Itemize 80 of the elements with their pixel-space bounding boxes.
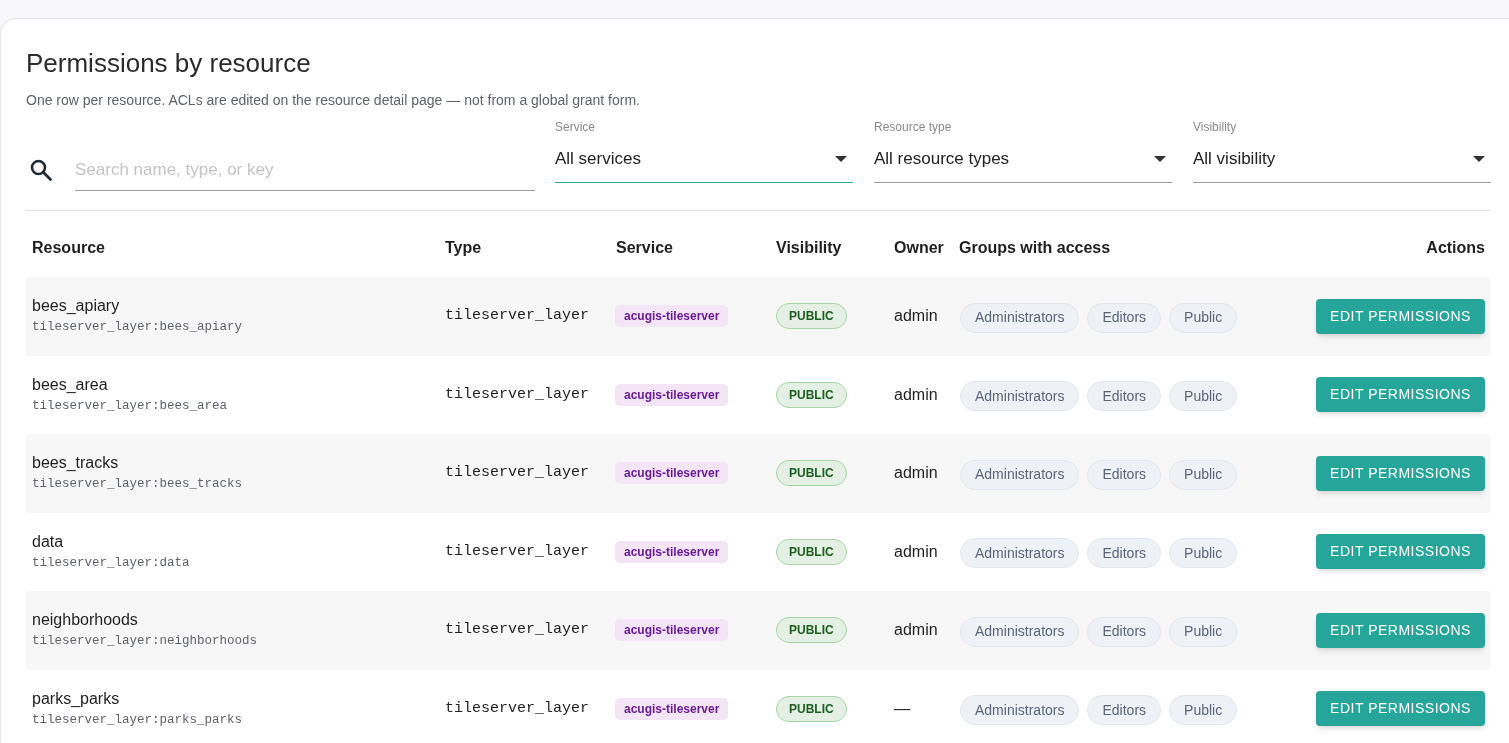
visibility-badge: PUBLIC	[776, 381, 847, 408]
resource-name: data	[32, 531, 64, 552]
edit-permissions-button[interactable]: EDIT PERMISSIONS	[1316, 377, 1485, 413]
owner-name: admin	[894, 620, 938, 641]
filter-label: Visibility	[1193, 119, 1237, 135]
visibility-badge: PUBLIC	[776, 460, 847, 487]
column-header: Owner	[894, 238, 944, 258]
edit-permissions-button[interactable]: EDIT PERMISSIONS	[1316, 534, 1485, 570]
visibility-badge: PUBLIC	[776, 617, 847, 644]
resource-key: tileserver_layer:bees_tracks	[32, 475, 243, 494]
owner-name: admin	[894, 384, 938, 405]
filter-select[interactable]: All visibility	[1193, 143, 1491, 183]
column-header: Actions	[1426, 238, 1485, 258]
edit-permissions-button[interactable]: EDIT PERMISSIONS	[1316, 691, 1485, 727]
group-chip: Administrators	[960, 302, 1080, 333]
group-chip: Editors	[1087, 381, 1162, 412]
edit-permissions-button[interactable]: EDIT PERMISSIONS	[1316, 298, 1485, 334]
resource-key: tileserver_layer:neighborhoods	[32, 632, 258, 651]
group-chip: Public	[1169, 695, 1238, 726]
group-chip: Administrators	[960, 616, 1080, 647]
group-chip: Editors	[1087, 616, 1162, 647]
group-chip: Public	[1169, 302, 1238, 333]
filter-label: Resource type	[874, 119, 952, 135]
filter-select[interactable]: All services	[555, 143, 853, 183]
group-chip: Editors	[1087, 302, 1162, 333]
page-title: Permissions by resource	[26, 47, 312, 79]
resource-key: tileserver_layer:bees_apiary	[32, 318, 243, 337]
service-tag: acugis-tileserver	[615, 540, 729, 563]
column-header: Groups with access	[959, 238, 1111, 258]
owner-name: admin	[894, 306, 938, 327]
resource-name: neighborhoods	[32, 610, 138, 631]
resource-name: parks_parks	[32, 688, 120, 709]
visibility-badge: PUBLIC	[776, 303, 847, 330]
resource-key: tileserver_layer:bees_area	[32, 396, 228, 415]
filter-label: Service	[555, 119, 595, 135]
group-chip: Administrators	[960, 538, 1080, 569]
group-chip: Public	[1169, 459, 1238, 490]
resource-type: tileserver_layer	[445, 698, 590, 719]
resource-name: bees_area	[32, 374, 108, 395]
column-header: Service	[616, 238, 673, 258]
edit-permissions-button[interactable]: EDIT PERMISSIONS	[1316, 612, 1485, 648]
group-chip: Editors	[1087, 695, 1162, 726]
group-chip: Public	[1169, 616, 1238, 647]
column-header: Type	[445, 238, 482, 258]
caret-icon	[835, 156, 847, 162]
service-tag: acugis-tileserver	[615, 619, 729, 642]
caret-icon	[1154, 156, 1166, 162]
group-chip: Administrators	[960, 695, 1080, 726]
owner-name: admin	[894, 463, 938, 484]
resource-type: tileserver_layer	[445, 384, 590, 405]
group-chip: Administrators	[960, 381, 1080, 412]
page-subtitle: One row per resource. ACLs are edited on the resource detail page — not from a global grant form.	[26, 91, 641, 110]
resource-type: tileserver_layer	[445, 541, 590, 562]
service-tag: acugis-tileserver	[615, 383, 729, 406]
group-chip: Public	[1169, 381, 1238, 412]
group-chip: Editors	[1087, 459, 1162, 490]
filter-select[interactable]: All resource types	[874, 143, 1172, 183]
visibility-badge: PUBLIC	[776, 538, 847, 565]
owner-name: admin	[894, 541, 938, 562]
group-chip: Administrators	[960, 459, 1080, 490]
resource-name: bees_apiary	[32, 296, 120, 317]
owner-name: —	[894, 698, 910, 719]
column-header: Resource	[32, 238, 105, 258]
edit-permissions-button[interactable]: EDIT PERMISSIONS	[1316, 455, 1485, 491]
search-icon	[29, 158, 53, 182]
caret-icon	[1473, 156, 1485, 162]
resource-key: tileserver_layer:parks_parks	[32, 710, 243, 729]
resource-type: tileserver_layer	[445, 463, 590, 483]
group-chip: Editors	[1087, 538, 1162, 569]
service-tag: acugis-tileserver	[615, 462, 729, 485]
group-chip: Public	[1169, 538, 1238, 569]
resource-type: tileserver_layer	[445, 620, 590, 640]
service-tag: acugis-tileserver	[615, 305, 729, 328]
service-tag: acugis-tileserver	[615, 697, 729, 720]
visibility-badge: PUBLIC	[776, 695, 847, 722]
resource-name: bees_tracks	[32, 453, 119, 474]
column-header: Visibility	[776, 238, 842, 258]
search-field[interactable]: Search name, type, or key	[75, 149, 535, 191]
resource-key: tileserver_layer:data	[32, 553, 190, 572]
resource-type: tileserver_layer	[445, 306, 590, 326]
